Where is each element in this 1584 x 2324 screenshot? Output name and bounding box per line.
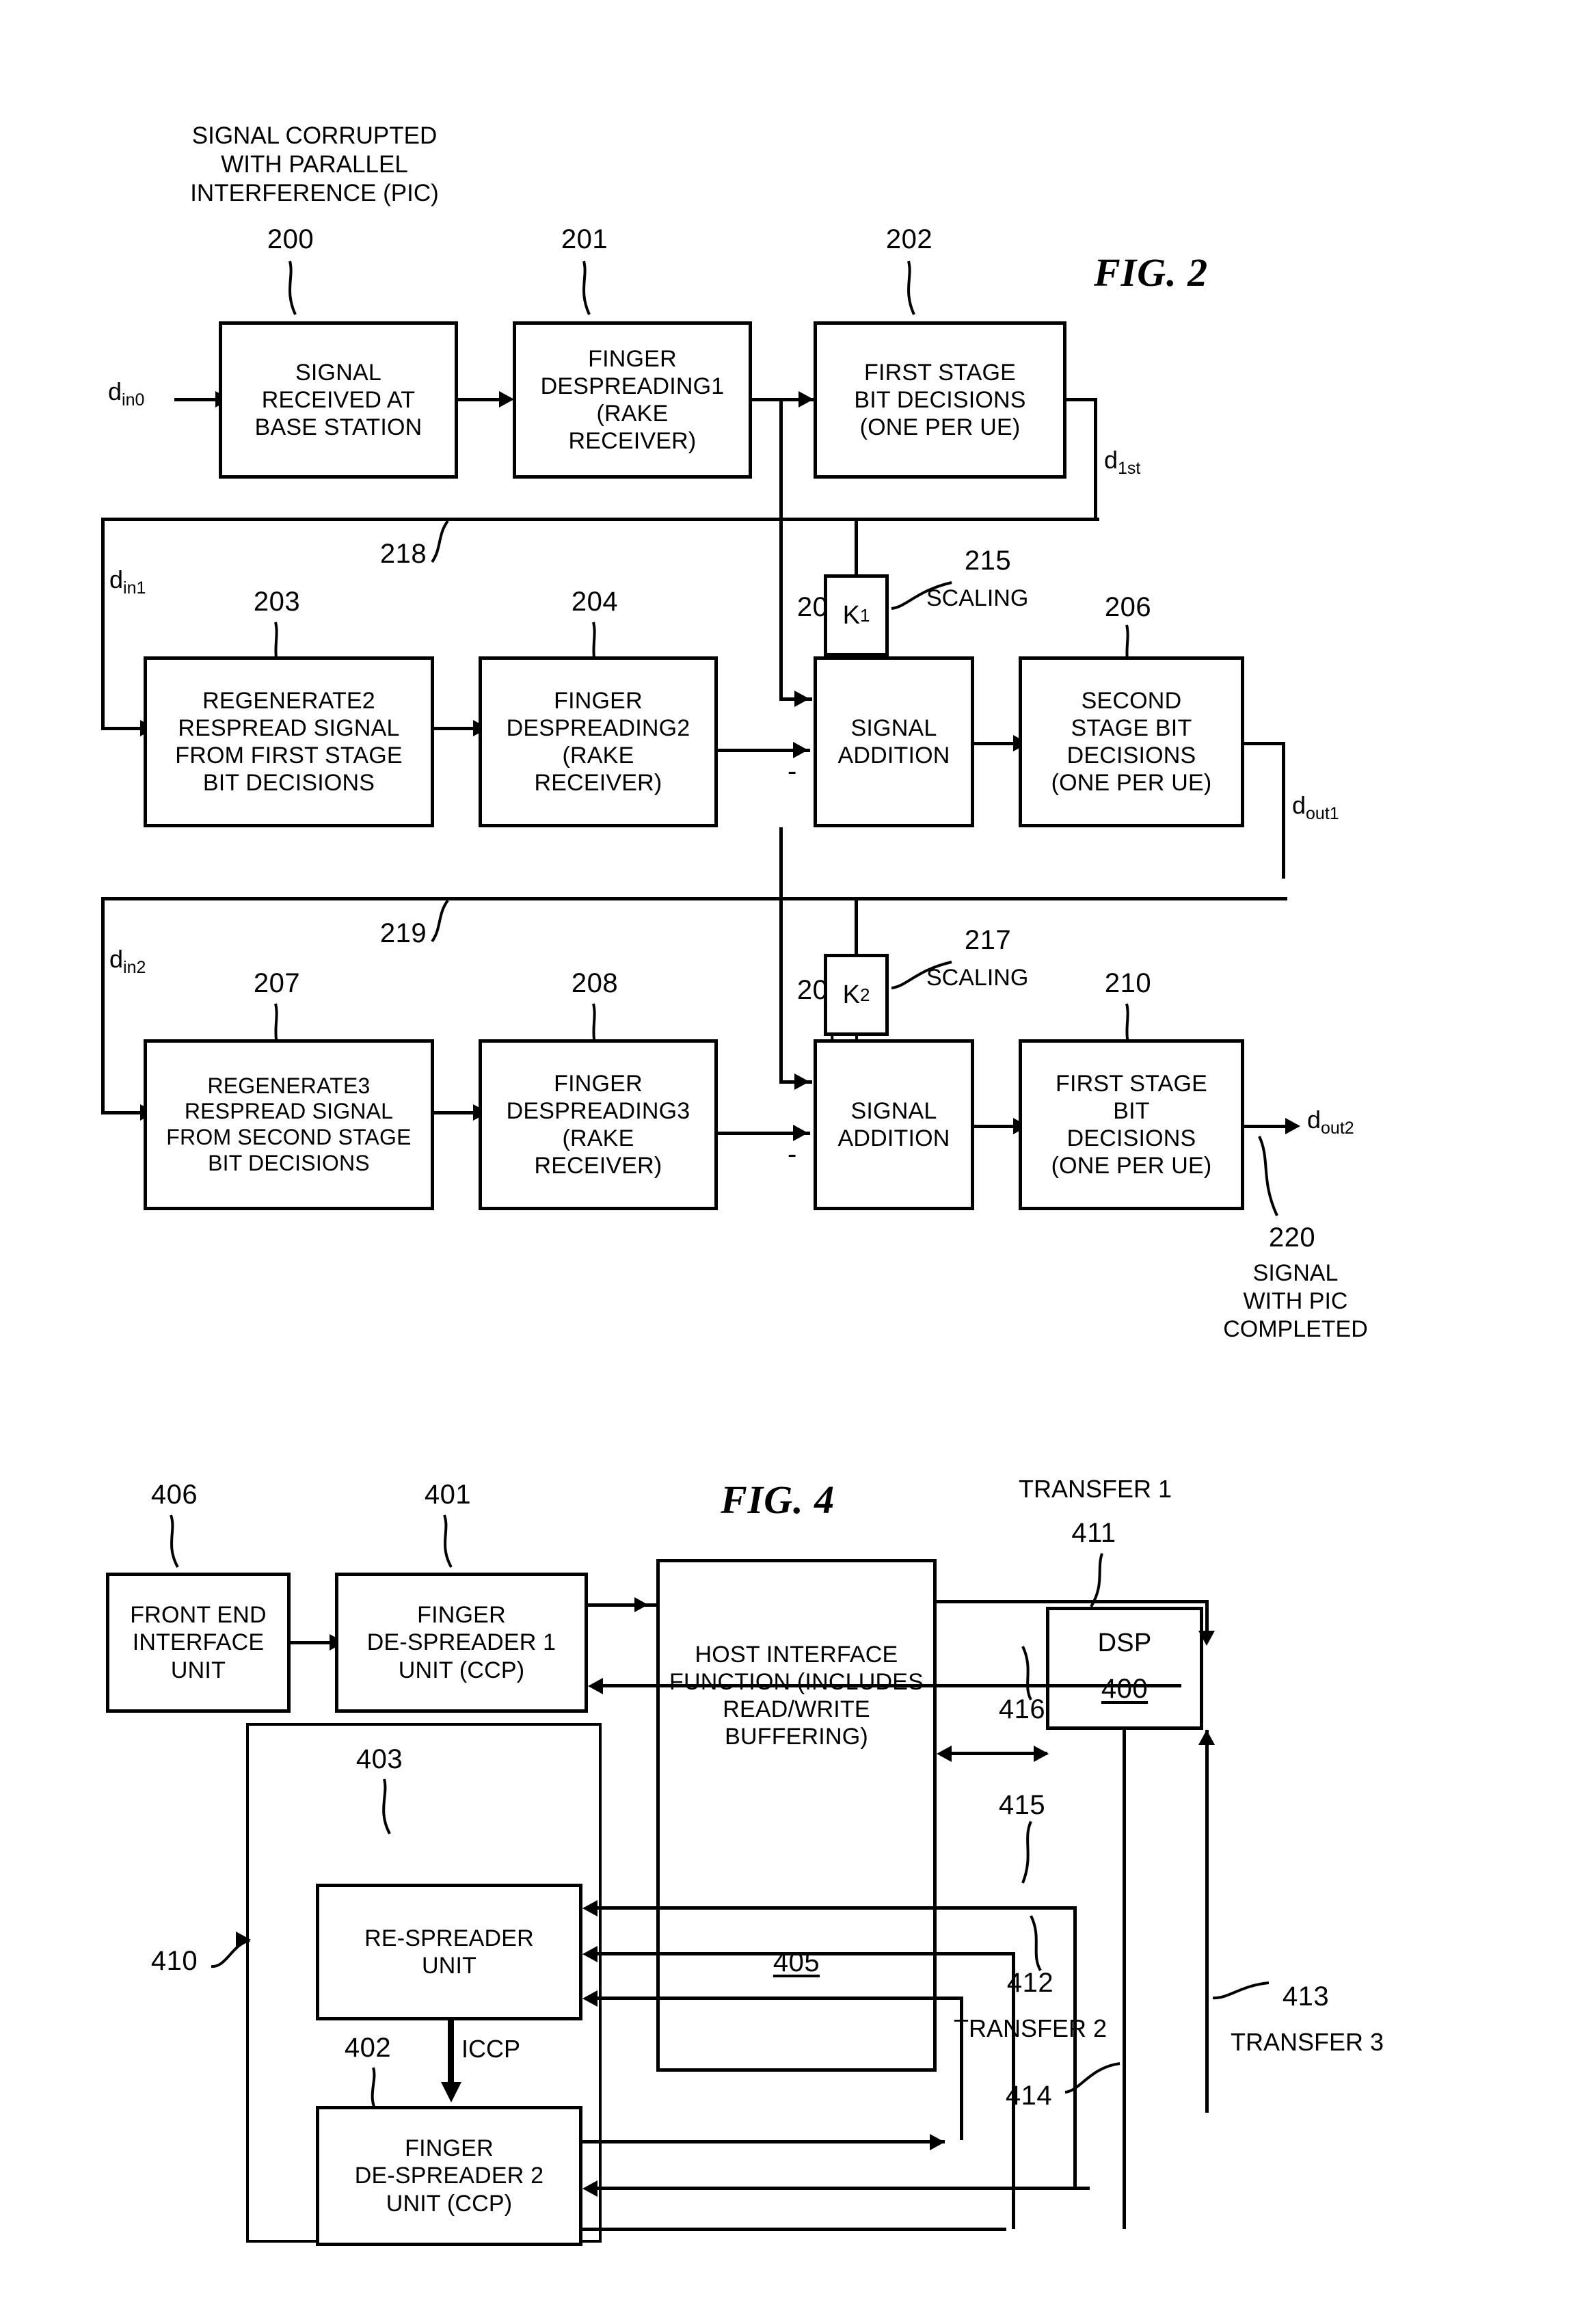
bus-riser-d (1123, 1730, 1126, 2229)
ref-406: 406 (150, 1480, 198, 1510)
box-405: HOST INTERFACE FUNCTION (INCLUDES READ/W… (656, 1559, 937, 2072)
box-406: FRONT END INTERFACE UNIT (106, 1573, 291, 1713)
iccp-head (441, 2082, 461, 2102)
ref-402: 402 (344, 2033, 392, 2063)
ref-410: 410 (150, 1946, 198, 1976)
bus-402-in-line (598, 2187, 1090, 2190)
transfer1-head (1198, 1631, 1215, 1646)
ref-415: 415 (998, 1790, 1046, 1820)
bus-riser-e (1205, 1730, 1209, 2113)
ref-411: 411 (1071, 1518, 1116, 1548)
lead-line-415 (1021, 1821, 1032, 1884)
lead-line-412 (1030, 1915, 1042, 1972)
ref-400: 400 (1101, 1674, 1149, 1704)
bus-402-in-head (582, 2180, 598, 2197)
bus-403-in-1-head (582, 1900, 598, 1916)
lead-line-403 (382, 1778, 391, 1834)
box-403: RE-SPREADER UNIT (316, 1884, 582, 2020)
fig4-title: FIG. 4 (721, 1478, 835, 1522)
bus-403-in-3-head (582, 1990, 598, 2007)
lead-line-414 (1064, 2062, 1120, 2094)
link-405-401-line (593, 1684, 1181, 1687)
label-transfer-3: TRANSFER 3 (1231, 2028, 1384, 2056)
bus-403-in-1-line (598, 1906, 1076, 1910)
bus-403-in-2-head (582, 1946, 598, 1962)
transfer3-head (1198, 1730, 1215, 1745)
link-401-405-head (634, 1597, 648, 1612)
patent-figure-page: SIGNAL CORRUPTED WITH PARALLEL INTERFERE… (0, 0, 1584, 2324)
label-transfer-2: TRANSFER 2 (954, 2014, 1108, 2042)
box-400-label: DSP (1046, 1607, 1203, 1730)
bus-402-low-line (582, 2228, 1006, 2231)
lead-line-401 (443, 1514, 453, 1568)
box-401: FINGER DE-SPREADER 1 UNIT (CCP) (335, 1573, 588, 1713)
bus-402-out-head (930, 2134, 945, 2150)
ref-403: 403 (355, 1744, 403, 1774)
bus-416-head-right (1034, 1746, 1049, 1762)
box-402: FINGER DE-SPREADER 2 UNIT (CCP) (316, 2106, 582, 2246)
ref-414: 414 (1005, 2081, 1053, 2111)
bus-403-in-2-line (598, 1952, 1015, 1955)
link-406-401-line (291, 1641, 333, 1644)
label-transfer-1: TRANSFER 1 (1019, 1475, 1172, 1503)
figure-4: FIG. 4 406 401 FRONT END INTERFACE UNIT … (0, 0, 1584, 2324)
lead-line-416 (1021, 1646, 1032, 1700)
label-iccp: ICCP (461, 2035, 521, 2063)
bus-416-head-left (937, 1746, 952, 1762)
lead-line-406 (170, 1514, 179, 1568)
link-405-401-head (588, 1678, 603, 1694)
lead-line-411 (1090, 1553, 1103, 1608)
lead-line-413 (1212, 1981, 1270, 2000)
bus-403-in-3-line (598, 1996, 960, 2000)
bus-416-line (952, 1752, 1047, 1755)
lead-410-head (236, 1932, 251, 1948)
bus-402-out-line (582, 2140, 945, 2143)
ref-401: 401 (424, 1480, 472, 1510)
transfer1-hline (935, 1600, 1209, 1603)
